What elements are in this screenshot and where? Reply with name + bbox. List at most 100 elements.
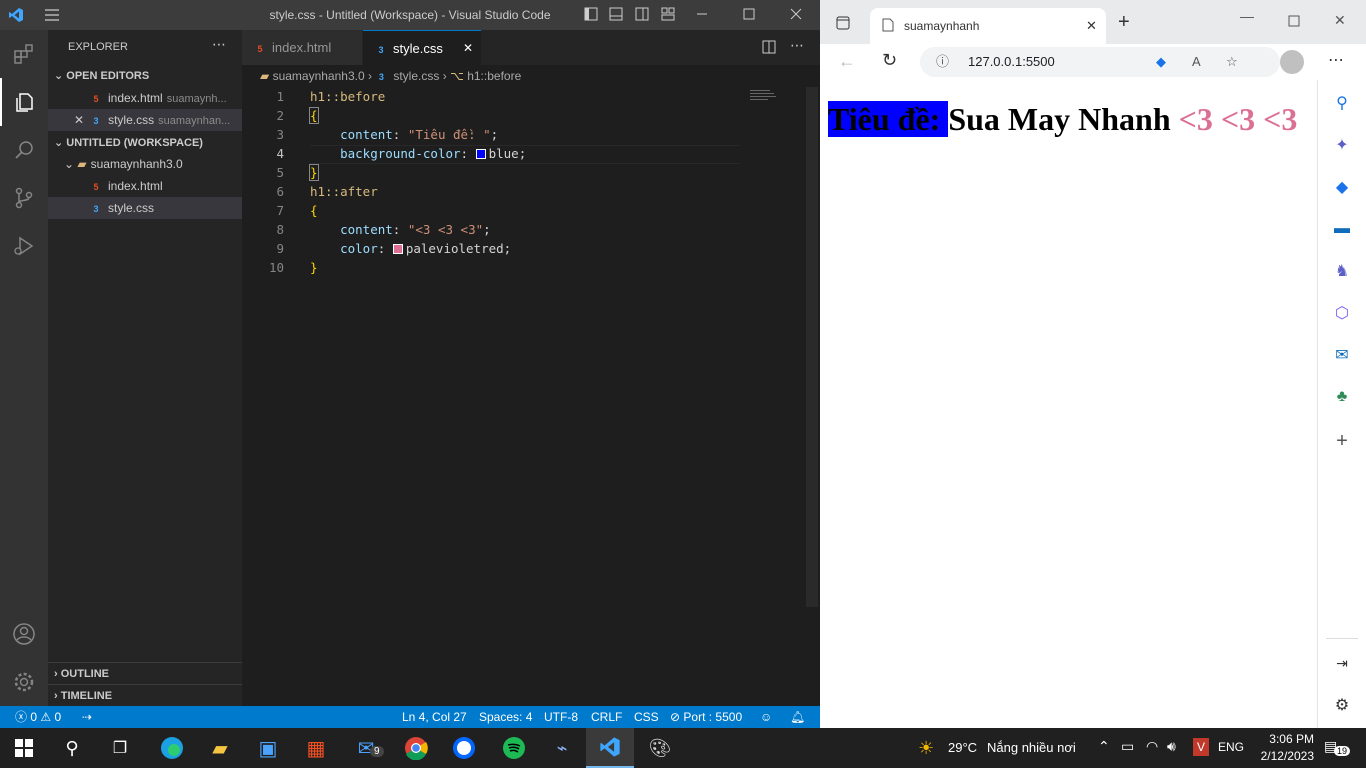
- cursor-position[interactable]: Ln 4, Col 27: [402, 706, 467, 728]
- close-icon[interactable]: [788, 7, 804, 23]
- add-icon[interactable]: +: [1330, 429, 1354, 453]
- tab-actions-icon[interactable]: [836, 16, 850, 35]
- timeline-section[interactable]: › TIMELINE: [48, 684, 242, 706]
- profile-avatar[interactable]: [1280, 50, 1304, 74]
- close-tab-icon[interactable]: ✕: [463, 31, 473, 66]
- weather-text[interactable]: Nắng nhiều nơi: [987, 740, 1076, 755]
- minimize-icon[interactable]: [694, 7, 710, 23]
- drop-tree-icon[interactable]: ♣: [1330, 385, 1354, 409]
- breadcrumb-file[interactable]: style.css: [393, 69, 439, 83]
- tab-index-html[interactable]: 5 index.html: [242, 30, 362, 65]
- feedback-icon[interactable]: ☺: [760, 706, 772, 728]
- scrollbar[interactable]: [806, 87, 818, 607]
- notifications-bell-icon[interactable]: 🔔︎: [790, 706, 805, 728]
- search-icon[interactable]: [0, 126, 48, 174]
- outlook-icon[interactable]: ✉: [1330, 343, 1354, 367]
- settings-gear-icon[interactable]: [0, 658, 48, 706]
- back-icon[interactable]: ←: [838, 51, 856, 72]
- extensions-icon[interactable]: [0, 30, 48, 78]
- workspace-section[interactable]: ⌄ UNTITLED (WORKSPACE): [48, 132, 242, 154]
- weather-icon[interactable]: ☀: [918, 738, 934, 759]
- office-icon[interactable]: ⬡: [1330, 301, 1354, 325]
- speaker-icon[interactable]: 🔊︎: [1167, 738, 1176, 755]
- file-item[interactable]: 3 style.css: [48, 197, 242, 219]
- indentation[interactable]: Spaces: 4: [479, 706, 532, 728]
- customize-layout-icon[interactable]: [660, 7, 676, 23]
- close-tab-icon[interactable]: ✕: [1086, 18, 1097, 34]
- minimize-icon[interactable]: —: [1240, 8, 1254, 24]
- address-bar[interactable]: ⓘ 127.0.0.1:5500 ◆ A ☆: [920, 47, 1280, 77]
- app-icon[interactable]: ⌁: [538, 728, 586, 768]
- split-editor-icon[interactable]: [762, 40, 776, 59]
- info-icon[interactable]: ⓘ: [936, 47, 949, 77]
- unikey-icon[interactable]: V: [1193, 738, 1209, 756]
- paint-icon[interactable]: 🎨︎: [636, 728, 684, 768]
- breadcrumb-folder[interactable]: suamaynhanh3.0: [273, 69, 365, 83]
- edge-icon[interactable]: [148, 728, 196, 768]
- games-icon[interactable]: ♞: [1330, 259, 1354, 283]
- favorite-icon[interactable]: ☆: [1226, 47, 1238, 77]
- line-ending[interactable]: CRLF: [591, 706, 622, 728]
- start-windows-icon[interactable]: [0, 728, 48, 768]
- minimap[interactable]: [750, 88, 778, 108]
- encoding[interactable]: UTF-8: [544, 706, 578, 728]
- store-icon[interactable]: ▦: [292, 728, 340, 768]
- language-mode[interactable]: CSS: [634, 706, 659, 728]
- spotify-icon[interactable]: [490, 728, 538, 768]
- gear-icon[interactable]: ⚙: [1330, 693, 1354, 717]
- open-editor-item[interactable]: 5 index.html suamaynh...: [48, 87, 242, 109]
- more-actions-icon[interactable]: ⋯: [790, 37, 804, 54]
- photos-icon[interactable]: ▣: [244, 728, 292, 768]
- explorer-icon[interactable]: [0, 78, 48, 126]
- hide-sidebar-icon[interactable]: ⇥: [1330, 651, 1354, 675]
- file-explorer-icon[interactable]: ▰: [196, 728, 244, 768]
- toggle-panel-icon[interactable]: [608, 7, 624, 23]
- outline-section[interactable]: › OUTLINE: [48, 662, 242, 684]
- maximize-icon[interactable]: [741, 7, 757, 23]
- chevron-up-icon[interactable]: ⌃: [1098, 738, 1110, 755]
- breadcrumb-symbol[interactable]: h1::before: [467, 69, 521, 83]
- folder-item[interactable]: ⌄ ▰ suamaynhanh3.0: [48, 153, 242, 175]
- source-control-icon[interactable]: [0, 174, 48, 222]
- shopping-icon[interactable]: ◆: [1330, 175, 1354, 199]
- language-indicator[interactable]: ENG: [1218, 740, 1244, 754]
- mail-icon[interactable]: ✉ 9: [342, 728, 390, 768]
- weather-temp[interactable]: 29°C: [948, 740, 977, 755]
- new-tab-icon[interactable]: +: [1118, 12, 1130, 32]
- battery-icon[interactable]: ▭: [1121, 738, 1134, 755]
- settings-more-icon[interactable]: ⋯: [1328, 50, 1344, 70]
- file-item[interactable]: 5 index.html: [48, 175, 242, 197]
- live-server-status[interactable]: ⊘ Port : 5500: [670, 706, 742, 728]
- search-icon[interactable]: ⚲: [1330, 91, 1354, 115]
- notification-center-icon[interactable]: ▤ 19: [1324, 738, 1351, 756]
- menu-icon[interactable]: [44, 7, 60, 23]
- accounts-icon[interactable]: [0, 610, 48, 658]
- browser-tab[interactable]: suamaynhanh ✕: [870, 8, 1106, 44]
- toggle-sidebar-icon[interactable]: [583, 7, 599, 23]
- copilot-icon[interactable]: ✦: [1330, 133, 1354, 157]
- close-icon[interactable]: ✕: [1334, 12, 1346, 29]
- run-debug-icon[interactable]: [0, 222, 48, 270]
- tools-icon[interactable]: ▬: [1330, 217, 1354, 241]
- read-aloud-icon[interactable]: A: [1192, 47, 1201, 77]
- wifi-icon[interactable]: ◠: [1146, 738, 1158, 755]
- problems-status[interactable]: ⓧ 0 ⚠ 0: [15, 706, 61, 728]
- vscode-taskbar-icon[interactable]: [586, 728, 634, 768]
- refresh-icon[interactable]: ↻: [882, 50, 897, 71]
- tab-style-css[interactable]: 3 style.css ✕: [363, 30, 481, 65]
- clock-time[interactable]: 3:06 PM: [1254, 732, 1314, 746]
- color-swatch[interactable]: [392, 244, 403, 254]
- more-actions-icon[interactable]: ⋯: [212, 37, 226, 51]
- zalo-icon[interactable]: [440, 728, 488, 768]
- clock-date[interactable]: 2/12/2023: [1254, 749, 1314, 763]
- color-swatch[interactable]: [475, 149, 486, 159]
- chrome-icon[interactable]: [392, 728, 440, 768]
- open-editor-item[interactable]: ✕ 3 style.css suamaynhan...: [48, 109, 242, 131]
- toggle-secondary-sidebar-icon[interactable]: [634, 7, 650, 23]
- live-share-icon[interactable]: ⇢: [82, 706, 92, 728]
- open-editors-section[interactable]: ⌄ OPEN EDITORS: [48, 65, 242, 87]
- task-view-icon[interactable]: ❐: [96, 728, 144, 768]
- search-icon[interactable]: ⚲: [48, 728, 96, 768]
- close-editor-icon[interactable]: ✕: [74, 113, 84, 127]
- maximize-icon[interactable]: [1288, 14, 1300, 32]
